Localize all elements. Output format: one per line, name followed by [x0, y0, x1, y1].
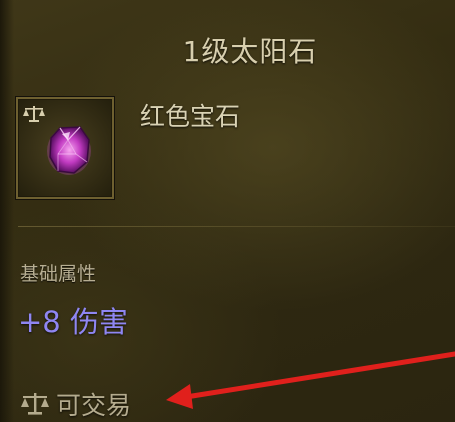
base-stats-label: 基础属性	[20, 263, 97, 285]
section-divider	[18, 226, 455, 227]
red-gem-icon	[47, 126, 91, 175]
damage-stat: +8 伤害	[18, 305, 128, 339]
item-icon-slot[interactable]	[16, 97, 114, 199]
tooltip-edge-shadow	[0, 0, 14, 422]
item-name: 1级太阳石	[182, 35, 318, 68]
item-tooltip: 1级太阳石 红色宝石 基础属性 +8 伤害 可交易	[0, 0, 455, 422]
item-type: 红色宝石	[140, 102, 241, 131]
scales-icon	[23, 106, 45, 122]
tradable-label: 可交易	[56, 391, 132, 420]
scales-icon	[21, 393, 49, 415]
tradable-status: 可交易	[20, 386, 131, 422]
